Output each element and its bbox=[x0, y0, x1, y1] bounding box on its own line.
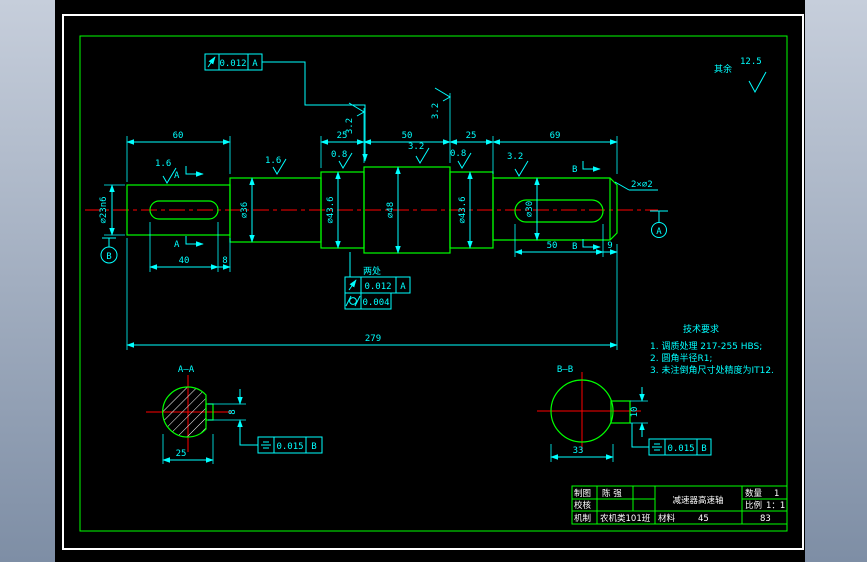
dim-keyway-width-b: 10 bbox=[630, 407, 640, 418]
fcf-datum: A bbox=[252, 59, 258, 69]
titleblock-drawn-label: 制图 bbox=[574, 488, 591, 499]
tech-req-item: 3. 未注倒角尺寸处精度为IT12. bbox=[650, 364, 774, 376]
roughness-value-rotated: 3.2 bbox=[431, 103, 441, 119]
dim-50-mid: 50 bbox=[402, 131, 413, 141]
section-b-mark-bottom: B bbox=[572, 242, 577, 252]
tech-req-item: 1. 调质处理 217-255 HBS; bbox=[650, 340, 762, 352]
dim-69: 69 bbox=[550, 131, 561, 141]
titleblock-scale: 1：1 bbox=[766, 501, 785, 511]
dia-23n6: ∅23n6 bbox=[99, 196, 109, 223]
fcf-datum: B bbox=[311, 442, 316, 452]
dim-section-a-width: 25 bbox=[176, 449, 187, 459]
roughness-value: 1.6 bbox=[265, 156, 281, 166]
fcf-places-label: 两处 bbox=[363, 265, 381, 277]
dia-43-left: ∅43.6 bbox=[326, 196, 336, 223]
titleblock-checked-label: 校核 bbox=[574, 500, 592, 511]
chamfer-note: 2×∅2 bbox=[631, 180, 653, 190]
roughness-value: 3.2 bbox=[408, 142, 424, 152]
titleblock-part-title: 减速器高速轴 bbox=[672, 495, 723, 506]
roughness-value: 0.8 bbox=[331, 150, 347, 160]
fcf-datum: B bbox=[701, 444, 706, 454]
section-a-title: A—A bbox=[178, 365, 195, 375]
dim-25-right: 25 bbox=[466, 131, 477, 141]
fcf-tolerance: 0.015 bbox=[276, 442, 303, 452]
titleblock-drawn-by: 陈 强 bbox=[602, 488, 622, 499]
shaft-drawing: 60 25 50 25 69 ∅23n6 ∅36 ∅43.6 ∅48 ∅43.6… bbox=[0, 0, 867, 562]
dim-section-b-width: 33 bbox=[573, 446, 584, 456]
fcf-tolerance: 0.004 bbox=[362, 298, 389, 308]
dim-keyway-width-a: 8 bbox=[228, 409, 238, 414]
titleblock-qty-label: 数量 bbox=[745, 488, 763, 499]
titleblock-dept-label: 机制 bbox=[574, 513, 591, 524]
titleblock-material: 45 bbox=[698, 514, 709, 524]
tech-req-title: 技术要求 bbox=[683, 323, 719, 335]
roughness-value: 0.8 bbox=[450, 149, 466, 159]
datum-left: B bbox=[106, 252, 111, 262]
fcf-tolerance: 0.015 bbox=[667, 444, 694, 454]
fcf-tolerance: 0.012 bbox=[219, 59, 246, 69]
datum-right: A bbox=[656, 227, 662, 237]
section-a-mark-bottom: A bbox=[174, 240, 180, 250]
roughness-value-rotated: 3.2 bbox=[345, 118, 355, 134]
section-b-mark-top: B bbox=[572, 165, 577, 175]
titleblock-scale-label: 比例 bbox=[745, 500, 762, 511]
titleblock-sheet: 83 bbox=[760, 514, 771, 524]
dim-50-keyway: 50 bbox=[547, 241, 558, 251]
default-roughness-prefix: 其余 bbox=[714, 63, 732, 75]
dim-8: 8 bbox=[222, 256, 227, 266]
dim-60: 60 bbox=[173, 131, 184, 141]
roughness-value: 1.6 bbox=[155, 159, 171, 169]
dim-40: 40 bbox=[179, 256, 190, 266]
section-a-mark-top: A bbox=[174, 171, 180, 181]
section-b-title: B—B bbox=[557, 365, 573, 375]
cad-viewport[interactable]: 60 25 50 25 69 ∅23n6 ∅36 ∅43.6 ∅48 ∅43.6… bbox=[0, 0, 867, 562]
titleblock-material-label: 材料 bbox=[658, 513, 676, 524]
tech-req-item: 2. 圆角半径R1; bbox=[650, 352, 712, 364]
dia-36: ∅36 bbox=[240, 202, 250, 218]
roughness-value: 3.2 bbox=[507, 152, 523, 162]
section-a-circle bbox=[162, 386, 207, 438]
fcf-tolerance: 0.012 bbox=[364, 282, 391, 292]
drawing-canvas[interactable] bbox=[55, 0, 805, 562]
dim-279-overall: 279 bbox=[365, 334, 381, 344]
titleblock-dept: 农机类101班 bbox=[600, 513, 651, 524]
dia-43-right: ∅43.6 bbox=[458, 196, 468, 223]
dia-30: ∅30 bbox=[525, 201, 535, 217]
dia-48: ∅48 bbox=[386, 202, 396, 218]
default-roughness-value: 12.5 bbox=[740, 57, 762, 67]
fcf-datum: A bbox=[400, 282, 406, 292]
titleblock-qty: 1 bbox=[774, 489, 779, 499]
dim-9: 9 bbox=[607, 241, 612, 251]
